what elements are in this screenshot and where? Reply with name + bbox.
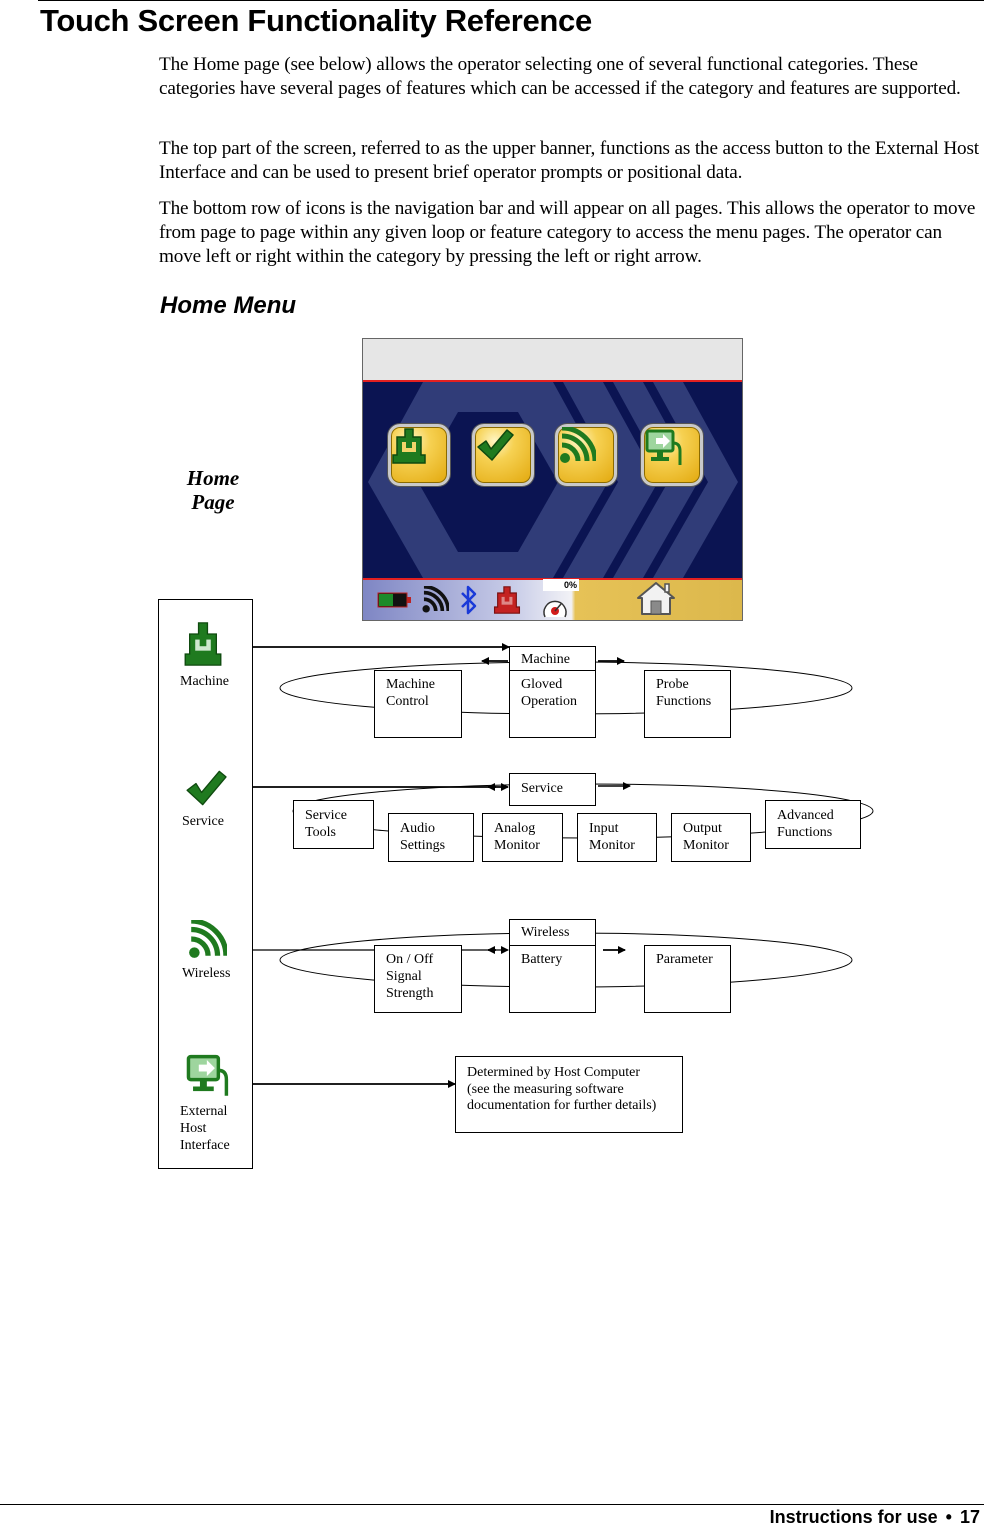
loop-header-service: Service (509, 773, 596, 806)
page-box-line: Monitor (494, 838, 540, 853)
page-box-line: Advanced (777, 808, 834, 823)
footer-rule (0, 1504, 984, 1505)
machine-icon (184, 622, 222, 666)
external-host-line: (see the measuring software (467, 1081, 624, 1097)
external-host-box: Determined by Host Computer (see the mea… (455, 1056, 683, 1133)
category-label-line: External (180, 1104, 228, 1119)
page-box-input-monitor[interactable]: Input Monitor (577, 813, 657, 862)
category-label: Machine (180, 674, 229, 689)
category-label: Wireless (182, 966, 231, 981)
page-box-line: Probe (656, 677, 689, 692)
page-box-line: Battery (521, 952, 563, 967)
page-box-line: Input (589, 821, 619, 836)
page-box-service-tools[interactable]: Service Tools (293, 800, 374, 849)
page-box-line: Audio (400, 821, 435, 836)
page-box-advanced-functions[interactable]: Advanced Functions (765, 800, 861, 849)
footer-bullet: • (945, 1507, 952, 1527)
page-box-line: Analog (494, 821, 536, 836)
diagram-connectors (253, 643, 874, 1088)
external-host-line: Determined by Host Computer (467, 1065, 641, 1080)
page-box-line: On / Off (386, 952, 434, 967)
category-label: Service (182, 814, 224, 829)
category-label-line: Host (180, 1121, 207, 1136)
page-box-output-monitor[interactable]: Output Monitor (671, 813, 751, 862)
page-box-parameter[interactable]: Parameter (644, 945, 731, 1013)
external-host-line: documentation for further details) (467, 1098, 657, 1113)
category-external-host-interface[interactable]: External Host Interface (159, 1052, 254, 1154)
page-box-line: Operation (521, 694, 577, 709)
page-box-line: Monitor (683, 838, 729, 853)
page-box-gloved-operation[interactable]: Gloved Operation (509, 670, 596, 738)
page-box-line: Settings (400, 838, 446, 853)
page-box-line: Monitor (589, 838, 635, 853)
page-box-line: Tools (305, 825, 336, 840)
footer-text: Instructions for use (769, 1507, 938, 1527)
page-box-line: Machine (386, 677, 435, 692)
page-box-line: Output (683, 821, 722, 836)
page-box-probe-functions[interactable]: Probe Functions (644, 670, 731, 738)
page-box-battery[interactable]: Battery (509, 945, 596, 1013)
page-box-line: Service (305, 808, 347, 823)
loop-header-wireless: Wireless (509, 919, 596, 946)
page-box-analog-monitor[interactable]: Analog Monitor (482, 813, 563, 862)
category-service[interactable]: Service (159, 768, 254, 830)
page-box-machine-control[interactable]: Machine Control (374, 670, 462, 738)
monitor-arrow-icon (186, 1054, 229, 1096)
wireless-icon (189, 918, 229, 958)
page-box-line: Gloved (521, 677, 563, 692)
loop-header-machine: Machine (509, 646, 596, 671)
category-panel: Machine Service Wireless External Host I… (158, 599, 253, 1169)
page-box-line: Functions (656, 694, 712, 709)
page-box-line: Functions (777, 825, 833, 840)
category-machine[interactable]: Machine (159, 620, 254, 690)
page-footer: Instructions for use • 17 (770, 1507, 980, 1528)
page-box-line: Parameter (656, 952, 713, 967)
category-wireless[interactable]: Wireless (159, 918, 254, 982)
page-box-line: Signal (386, 969, 422, 984)
page-box-audio-settings[interactable]: Audio Settings (388, 813, 474, 862)
page-box-on-off-signal-strength[interactable]: On / Off Signal Strength (374, 945, 462, 1013)
page-box-line: Control (386, 694, 429, 709)
page-box-line: Strength (386, 986, 434, 1001)
category-label-line: Interface (180, 1138, 230, 1153)
checkmark-icon (186, 770, 227, 806)
page-number: 17 (959, 1507, 980, 1527)
category-label: External Host Interface (180, 1103, 254, 1154)
